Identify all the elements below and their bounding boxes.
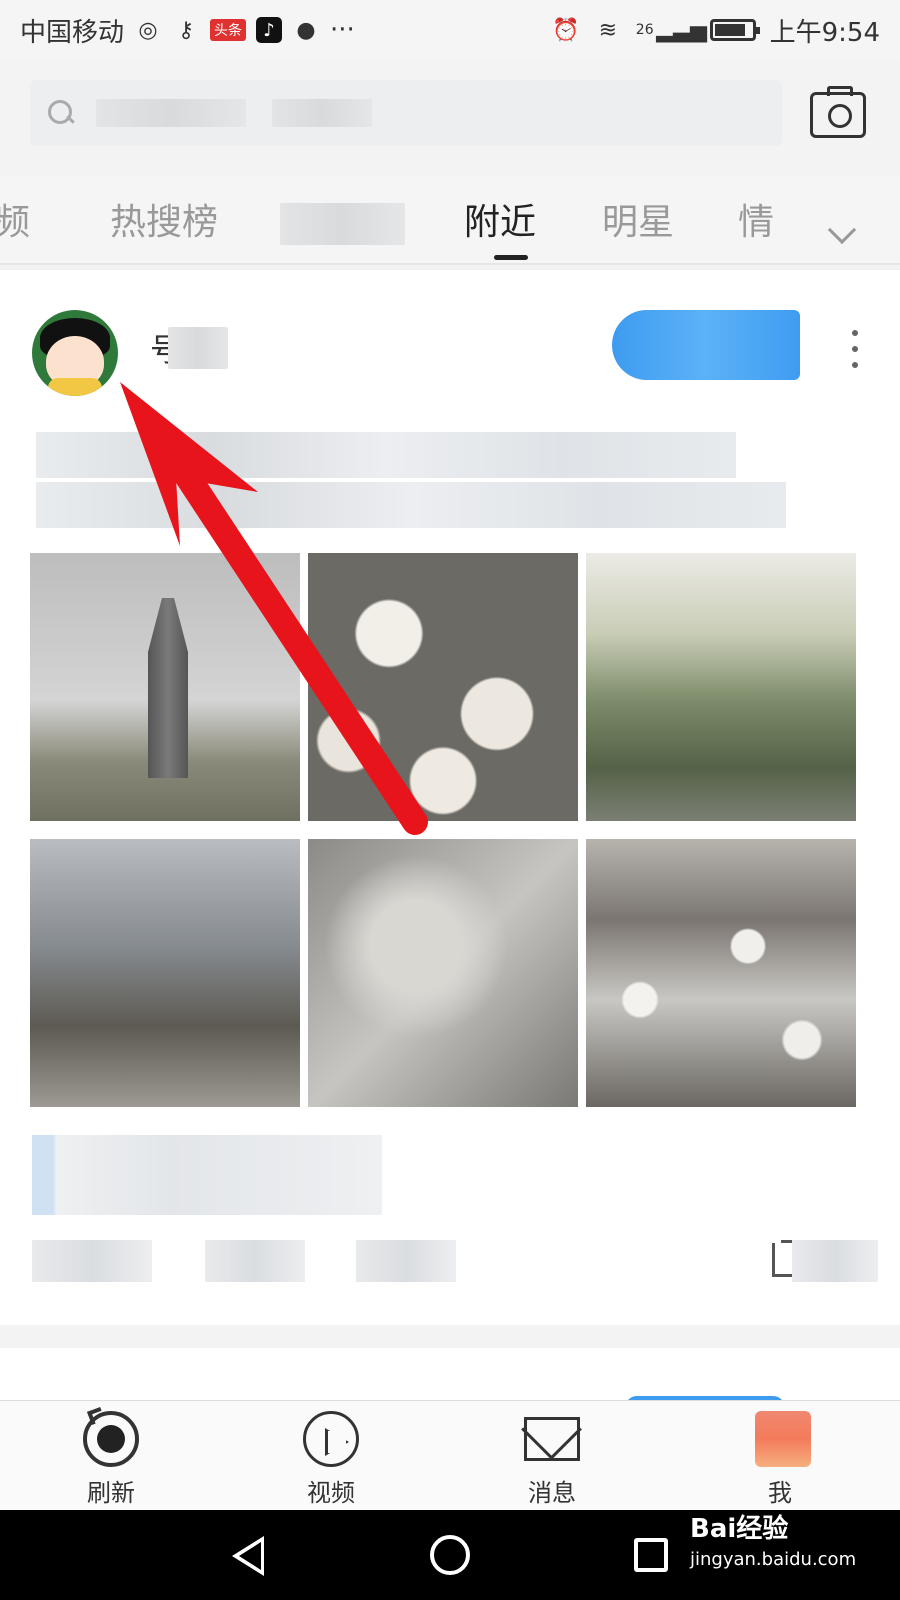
tiktok-icon: ♪ bbox=[256, 17, 283, 43]
chat-icon: ● bbox=[296, 17, 316, 43]
refresh-icon bbox=[83, 1411, 139, 1467]
carrier-label: 中国移动 bbox=[20, 17, 125, 48]
repost-button[interactable] bbox=[32, 1240, 152, 1282]
nav-messages-label: 消息 bbox=[528, 1479, 576, 1507]
post-text-line-2 bbox=[36, 482, 786, 528]
nav-messages[interactable]: 消息 bbox=[497, 1411, 607, 1511]
active-tab-indicator bbox=[494, 255, 528, 260]
photo-tower[interactable] bbox=[30, 553, 300, 821]
signal-label: 26 bbox=[635, 22, 654, 38]
nav-me[interactable]: 我 bbox=[725, 1411, 835, 1511]
username-blurred bbox=[168, 327, 228, 369]
share-label-blurred[interactable] bbox=[792, 1240, 878, 1282]
tab-hot-search[interactable]: 热搜榜 bbox=[110, 193, 218, 245]
photo-snowy-tree[interactable] bbox=[308, 839, 578, 1107]
battery-icon bbox=[709, 19, 760, 41]
nav-refresh[interactable]: 刷新 bbox=[56, 1411, 166, 1511]
recent-apps-icon[interactable] bbox=[634, 1538, 668, 1572]
back-icon[interactable] bbox=[232, 1536, 264, 1576]
clock: 上午9:54 bbox=[769, 17, 880, 48]
wifi-icon: ≋ bbox=[598, 17, 617, 43]
tab-emotion[interactable]: 情 bbox=[738, 193, 774, 245]
home-icon[interactable] bbox=[430, 1535, 470, 1575]
photo-bamboo[interactable] bbox=[586, 553, 856, 821]
search-input[interactable] bbox=[30, 80, 782, 146]
nav-refresh-label: 刷新 bbox=[87, 1479, 135, 1507]
next-post-card bbox=[0, 1348, 900, 1408]
avatar[interactable] bbox=[32, 310, 118, 396]
nav-video-label: 视频 bbox=[307, 1479, 355, 1507]
key-icon: ⚷ bbox=[177, 17, 195, 43]
photo-leaves[interactable] bbox=[308, 553, 578, 821]
follow-button[interactable] bbox=[612, 310, 800, 380]
more-options-icon[interactable] bbox=[852, 330, 858, 368]
post-location-blurred bbox=[32, 1135, 382, 1215]
watermark-url: jingyan.baidu.com bbox=[690, 1549, 857, 1570]
profile-icon bbox=[755, 1411, 811, 1467]
post-text-line-1 bbox=[36, 432, 736, 478]
tab-blurred[interactable] bbox=[280, 203, 405, 245]
baidu-jingyan-watermark: Bai经验 jingyan.baidu.com bbox=[690, 1508, 856, 1570]
more-notifications: ··· bbox=[330, 15, 355, 45]
watermark-brand: Bai经验 bbox=[690, 1514, 789, 1544]
tab-nearby[interactable]: 附近 bbox=[464, 193, 536, 245]
camera-icon[interactable] bbox=[810, 86, 866, 138]
search-icon bbox=[46, 98, 76, 128]
screen: 中国移动 ◎ ⚷ 头条 ♪ ● ··· ⏰ ≋ 26 ▂▃▅ 上午9:54 频 … bbox=[0, 0, 900, 1600]
photo-building[interactable] bbox=[30, 839, 300, 1107]
alarm-icon: ⏰ bbox=[552, 17, 580, 43]
tab-stars[interactable]: 明星 bbox=[602, 193, 674, 245]
search-placeholder-blurred bbox=[96, 99, 246, 127]
search-placeholder-blurred-2 bbox=[272, 99, 372, 127]
photo-snowy-ground[interactable] bbox=[586, 839, 856, 1107]
app-icon: ◎ bbox=[138, 17, 158, 43]
comment-button[interactable] bbox=[205, 1240, 305, 1282]
play-icon bbox=[303, 1411, 359, 1467]
channel-tabs: 频 热搜榜 附近 明星 情 bbox=[0, 175, 900, 265]
envelope-icon bbox=[524, 1417, 580, 1461]
like-button[interactable] bbox=[356, 1240, 456, 1282]
status-bar: 中国移动 ◎ ⚷ 头条 ♪ ● ··· ⏰ ≋ 26 ▂▃▅ 上午9:54 bbox=[0, 0, 900, 60]
signal-icon: ▂▃▅ bbox=[656, 17, 707, 43]
bottom-nav: 刷新 视频 消息 我 bbox=[0, 1400, 900, 1510]
nav-video[interactable]: 视频 bbox=[276, 1411, 386, 1511]
nav-me-label: 我 bbox=[768, 1479, 792, 1507]
toutiao-badge: 头条 bbox=[210, 19, 247, 41]
tab-video[interactable]: 频 bbox=[0, 193, 30, 245]
